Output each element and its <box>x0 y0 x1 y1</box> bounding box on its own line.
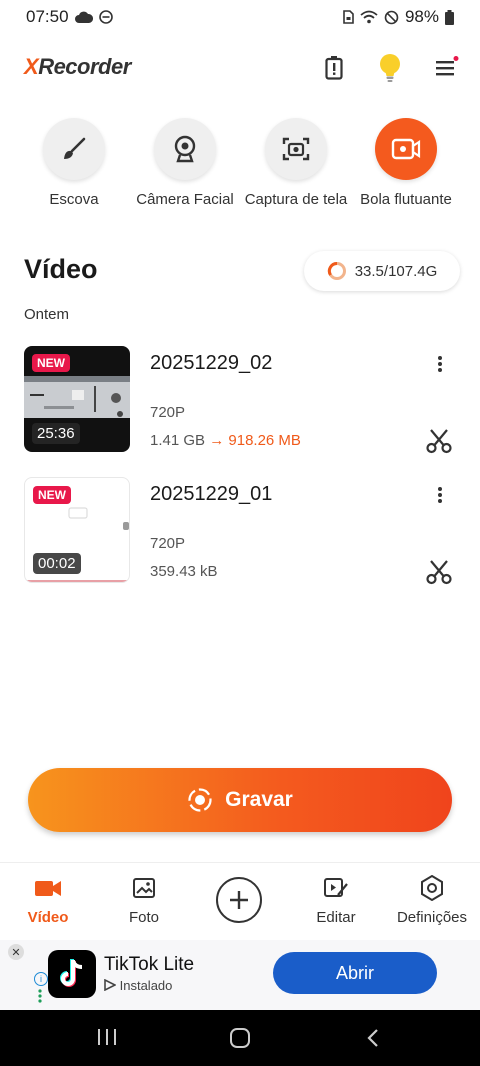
new-badge: NEW <box>33 486 71 504</box>
tool-face-camera[interactable]: Câmera Facial <box>129 118 241 208</box>
dnd-icon <box>98 10 113 24</box>
compress-arrow: → <box>209 432 225 449</box>
installed-icon <box>104 978 117 992</box>
floating-ball-icon <box>391 138 421 160</box>
tool-label: Captura de tela <box>244 191 348 208</box>
tool-floating-ball[interactable]: Bola flutuante <box>350 118 462 208</box>
recent-apps-icon[interactable] <box>96 1028 118 1051</box>
video-thumbnail[interactable]: NEW 25:36 <box>24 346 130 452</box>
video-item[interactable]: NEW 00:02 20251229_01 720P 359.43 kB <box>0 477 480 587</box>
scissors-icon[interactable] <box>426 428 452 454</box>
tool-label: Câmera Facial <box>136 191 234 208</box>
status-bar: 07:50 98% <box>0 0 480 34</box>
brush-icon <box>64 137 86 159</box>
video-thumbnail[interactable]: NEW 00:02 <box>24 477 130 583</box>
duration-label: 25:36 <box>32 423 80 444</box>
page-title: Vídeo <box>24 254 98 284</box>
date-group-label: Ontem <box>24 306 70 323</box>
back-icon[interactable] <box>366 1028 380 1053</box>
video-name: 20251229_02 <box>150 352 273 374</box>
wifi-icon <box>360 10 378 24</box>
lightbulb-icon[interactable] <box>374 52 406 84</box>
ad-dots-icon <box>38 989 42 1003</box>
nav-label: Definições <box>396 909 468 926</box>
nav-video[interactable]: Vídeo <box>0 875 96 926</box>
home-icon[interactable] <box>229 1028 251 1053</box>
app-bar: XRecorder <box>0 44 480 92</box>
nav-edit[interactable]: Editar <box>288 875 384 926</box>
more-options-icon[interactable] <box>430 483 450 507</box>
video-size: 1.41 GB → 918.26 MB <box>150 432 301 449</box>
duration-label: 00:02 <box>33 553 81 574</box>
webcam-icon <box>174 135 196 163</box>
compressed-size: 918.26 MB <box>228 432 301 449</box>
nav-photo[interactable]: Foto <box>96 875 192 926</box>
video-camera-icon <box>35 881 61 896</box>
tool-label: Escova <box>49 191 99 208</box>
nav-label: Foto <box>128 909 159 926</box>
system-nav-bar <box>0 1010 480 1066</box>
ad-banner[interactable]: ✕ i TikTok Lite Instalado Abrir <box>0 940 480 1010</box>
video-size: 359.43 kB <box>150 563 218 580</box>
photo-icon <box>133 878 155 898</box>
battery-icon <box>445 9 454 25</box>
blocked-icon <box>384 10 399 24</box>
record-label: Gravar <box>225 788 293 811</box>
video-resolution: 720P <box>150 404 186 421</box>
edit-video-icon <box>324 878 348 897</box>
scissors-icon[interactable] <box>426 559 452 585</box>
close-icon[interactable]: ✕ <box>8 944 24 960</box>
battery-alert-icon[interactable] <box>318 52 350 84</box>
video-resolution: 720P <box>150 535 186 552</box>
more-options-icon[interactable] <box>430 352 450 376</box>
battery-percent: 98% <box>404 7 439 26</box>
bottom-nav: Vídeo Foto Editar Definições <box>0 862 480 941</box>
tiktok-logo-icon[interactable] <box>48 950 96 998</box>
record-icon <box>188 788 212 812</box>
new-badge: NEW <box>32 354 70 372</box>
video-name: 20251229_01 <box>150 483 273 505</box>
storage-indicator[interactable]: 33.5/107.4G <box>304 251 460 291</box>
ad-subtitle: Instalado <box>104 978 172 993</box>
storage-text: 33.5/107.4G <box>354 262 438 280</box>
screenshot-icon <box>282 137 310 161</box>
tools-row: Escova Câmera Facial Captura de tela Bol… <box>0 118 480 218</box>
ad-title: TikTok Lite <box>104 954 195 975</box>
menu-icon[interactable] <box>430 52 462 84</box>
cloud-icon <box>74 11 93 23</box>
record-button[interactable]: Gravar <box>28 768 452 832</box>
tool-brush[interactable]: Escova <box>18 118 130 208</box>
video-item[interactable]: NEW 25:36 20251229_02 720P 1.41 GB → 918… <box>0 346 480 456</box>
nav-settings[interactable]: Definições <box>384 875 480 926</box>
nav-label: Editar <box>316 909 356 926</box>
settings-icon <box>421 875 443 901</box>
storage-ring-icon <box>327 261 346 280</box>
open-button[interactable]: Abrir <box>273 952 437 994</box>
info-icon[interactable]: i <box>34 972 48 986</box>
add-button[interactable] <box>216 877 262 923</box>
tool-label: Bola flutuante <box>360 191 452 208</box>
sim-icon <box>343 10 354 24</box>
clock: 07:50 <box>26 7 69 26</box>
app-logo: XRecorder <box>24 54 131 79</box>
plus-icon <box>230 891 248 909</box>
tool-screenshot[interactable]: Captura de tela <box>240 118 352 208</box>
nav-label: Vídeo <box>27 909 69 926</box>
